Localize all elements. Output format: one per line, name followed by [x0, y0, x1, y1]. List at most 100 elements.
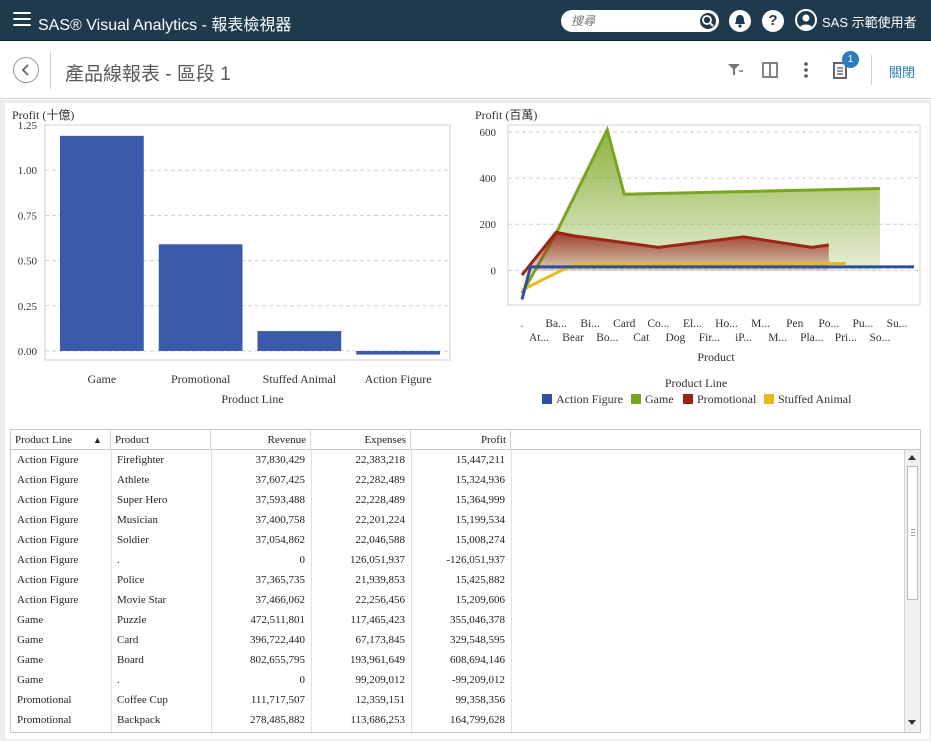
bell-icon[interactable]	[729, 10, 751, 32]
table-cell: Promotional	[17, 714, 72, 726]
y-tick-label: 0.00	[18, 346, 38, 358]
table-row[interactable]: Game. 0 99,209,012 -99,209,012	[11, 670, 904, 690]
table-row[interactable]: Action Figure Athlete 37,607,425 22,282,489…	[11, 470, 904, 490]
y-tick-label: 0.25	[18, 301, 38, 313]
legend-item: Stuffed Animal	[764, 392, 852, 406]
column-divider	[411, 450, 412, 732]
bar-chart[interactable]: Profit (十億)1.251.000.750.500.250.00Game P…	[0, 100, 465, 420]
x-tick-label: Cat	[633, 332, 650, 344]
table-cell: 22,282,489	[355, 474, 406, 486]
scroll-up-icon[interactable]	[908, 455, 916, 460]
column-header-label: Revenue	[267, 434, 306, 446]
column-header-label: Product Line	[15, 434, 73, 446]
table-cell: Game	[17, 654, 44, 666]
legend-item: Promotional	[683, 392, 757, 406]
table-row[interactable]: Action Figure Musician 37,400,758 22,201,22…	[11, 510, 904, 530]
column-header-product[interactable]: Product	[111, 430, 211, 450]
table-cell: Athlete	[117, 474, 150, 486]
search-icon[interactable]	[698, 11, 718, 31]
table-cell: Super Hero	[117, 494, 168, 506]
table-cell: Action Figure	[17, 534, 79, 546]
filter-icon[interactable]	[725, 60, 745, 80]
column-header-profit[interactable]: Profit	[411, 430, 511, 450]
table-row[interactable]: Action Figure. 0 126,051,937 -126,051,937	[11, 550, 904, 570]
table-row[interactable]: Promotional Backpack 278,485,882 113,686,25…	[11, 710, 904, 730]
more-options-icon[interactable]	[796, 60, 816, 80]
legend-swatch	[764, 394, 774, 404]
column-header-revenue[interactable]: Revenue	[211, 430, 311, 450]
table-cell: 608,694,146	[450, 654, 505, 666]
search-box[interactable]	[561, 10, 719, 32]
bar-stuffed-animal	[257, 331, 342, 351]
table-row[interactable]: Action Figure Police 37,365,735 21,939,853 1…	[11, 570, 904, 590]
user-name[interactable]: SAS 示範使用者	[822, 12, 917, 31]
x-tick-label: Pen	[786, 318, 804, 330]
table-cell: 37,607,425	[255, 474, 306, 486]
x-tick-label: So...	[870, 332, 891, 344]
column-divider	[111, 450, 112, 732]
y-tick-label: 0.75	[18, 210, 38, 222]
table-row[interactable]: Action Figure Movie Star 37,466,062 22,256,…	[11, 590, 904, 610]
table-header: Product Line ▲ Product Revenue Expenses Profi…	[11, 430, 920, 450]
table-cell: Action Figure	[17, 454, 79, 466]
table-row[interactable]: Action Figure Firefighter 37,830,429 22,383…	[11, 450, 904, 470]
table-cell: 15,364,999	[455, 494, 506, 506]
x-tick-label: Su...	[887, 318, 908, 330]
table-row[interactable]: Promotional Coffee Cup 111,717,507 12,359,1…	[11, 690, 904, 710]
table-cell: 37,593,488	[255, 494, 306, 506]
x-tick-label: Game	[88, 372, 117, 386]
user-avatar-icon[interactable]	[795, 9, 817, 31]
table-row[interactable]: Game Card 396,722,440 67,173,845 329,548,595	[11, 630, 904, 650]
column-header-expenses[interactable]: Expenses	[311, 430, 411, 450]
table-cell: Musician	[117, 514, 158, 526]
column-divider	[511, 450, 512, 732]
column-header-label: Profit	[480, 434, 506, 446]
y-axis-title: Profit (百萬)	[475, 108, 537, 122]
x-tick-label: El...	[683, 318, 702, 330]
data-table[interactable]: Product Line ▲ Product Revenue Expenses Profi…	[10, 429, 921, 733]
table-cell: Action Figure	[17, 574, 79, 586]
table-cell: 0	[299, 674, 306, 686]
x-tick-label: Co...	[647, 318, 669, 330]
x-tick-label: Bo...	[596, 332, 618, 344]
table-cell: 472,511,801	[250, 614, 305, 626]
table-row[interactable]: Game Board 802,655,795 193,961,649 608,694,1…	[11, 650, 904, 670]
vertical-scrollbar[interactable]	[904, 450, 920, 732]
x-tick-label: Pri...	[835, 332, 857, 344]
legend-label: Action Figure	[556, 392, 623, 406]
table-cell: 37,466,062	[255, 594, 306, 606]
table-cell: 37,365,735	[255, 574, 306, 586]
y-tick-label: 200	[480, 219, 497, 231]
column-header-product-line[interactable]: Product Line ▲	[11, 430, 111, 450]
legend-swatch	[683, 394, 693, 404]
scrollbar-thumb[interactable]	[907, 466, 918, 600]
details-panel-icon[interactable]	[760, 60, 780, 80]
table-cell: Game	[17, 634, 44, 646]
table-row[interactable]: Game Puzzle 472,511,801 117,465,423 355,046,…	[11, 610, 904, 630]
table-row[interactable]: Action Figure Super Hero 37,593,488 22,228,…	[11, 490, 904, 510]
x-tick-label: At...	[529, 332, 549, 344]
back-button[interactable]	[13, 57, 39, 83]
help-icon[interactable]: ?	[762, 10, 784, 32]
divider	[50, 51, 51, 89]
scroll-down-icon[interactable]	[908, 720, 916, 725]
close-button[interactable]: 關閉	[889, 62, 915, 81]
table-row[interactable]: Action Figure Soldier 37,054,862 22,046,588…	[11, 530, 904, 550]
table-cell: 37,830,429	[255, 454, 306, 466]
table-cell: Police	[117, 574, 145, 586]
search-input[interactable]	[571, 13, 696, 29]
x-tick-label: Bi...	[580, 318, 600, 330]
y-tick-label: 0	[491, 265, 497, 277]
x-tick-label: Bear	[562, 332, 584, 344]
column-divider	[211, 450, 212, 732]
hamburger-menu-icon[interactable]	[13, 12, 31, 28]
sort-ascending-icon[interactable]: ▲	[93, 430, 102, 450]
legend-item: Game	[631, 392, 674, 406]
table-cell: Game	[17, 674, 44, 686]
area-chart[interactable]: Profit (百萬) 600 400 200 0. Ba... Bi... Card Co..…	[465, 100, 931, 420]
notification-badge: 1	[842, 51, 859, 68]
table-cell: 329,548,595	[450, 634, 505, 646]
table-cell: Puzzle	[117, 614, 147, 626]
app-header: SAS® Visual Analytics - 報表檢視器 ? SAS 示範使用…	[0, 0, 931, 41]
y-tick-label: 1.25	[18, 120, 38, 132]
